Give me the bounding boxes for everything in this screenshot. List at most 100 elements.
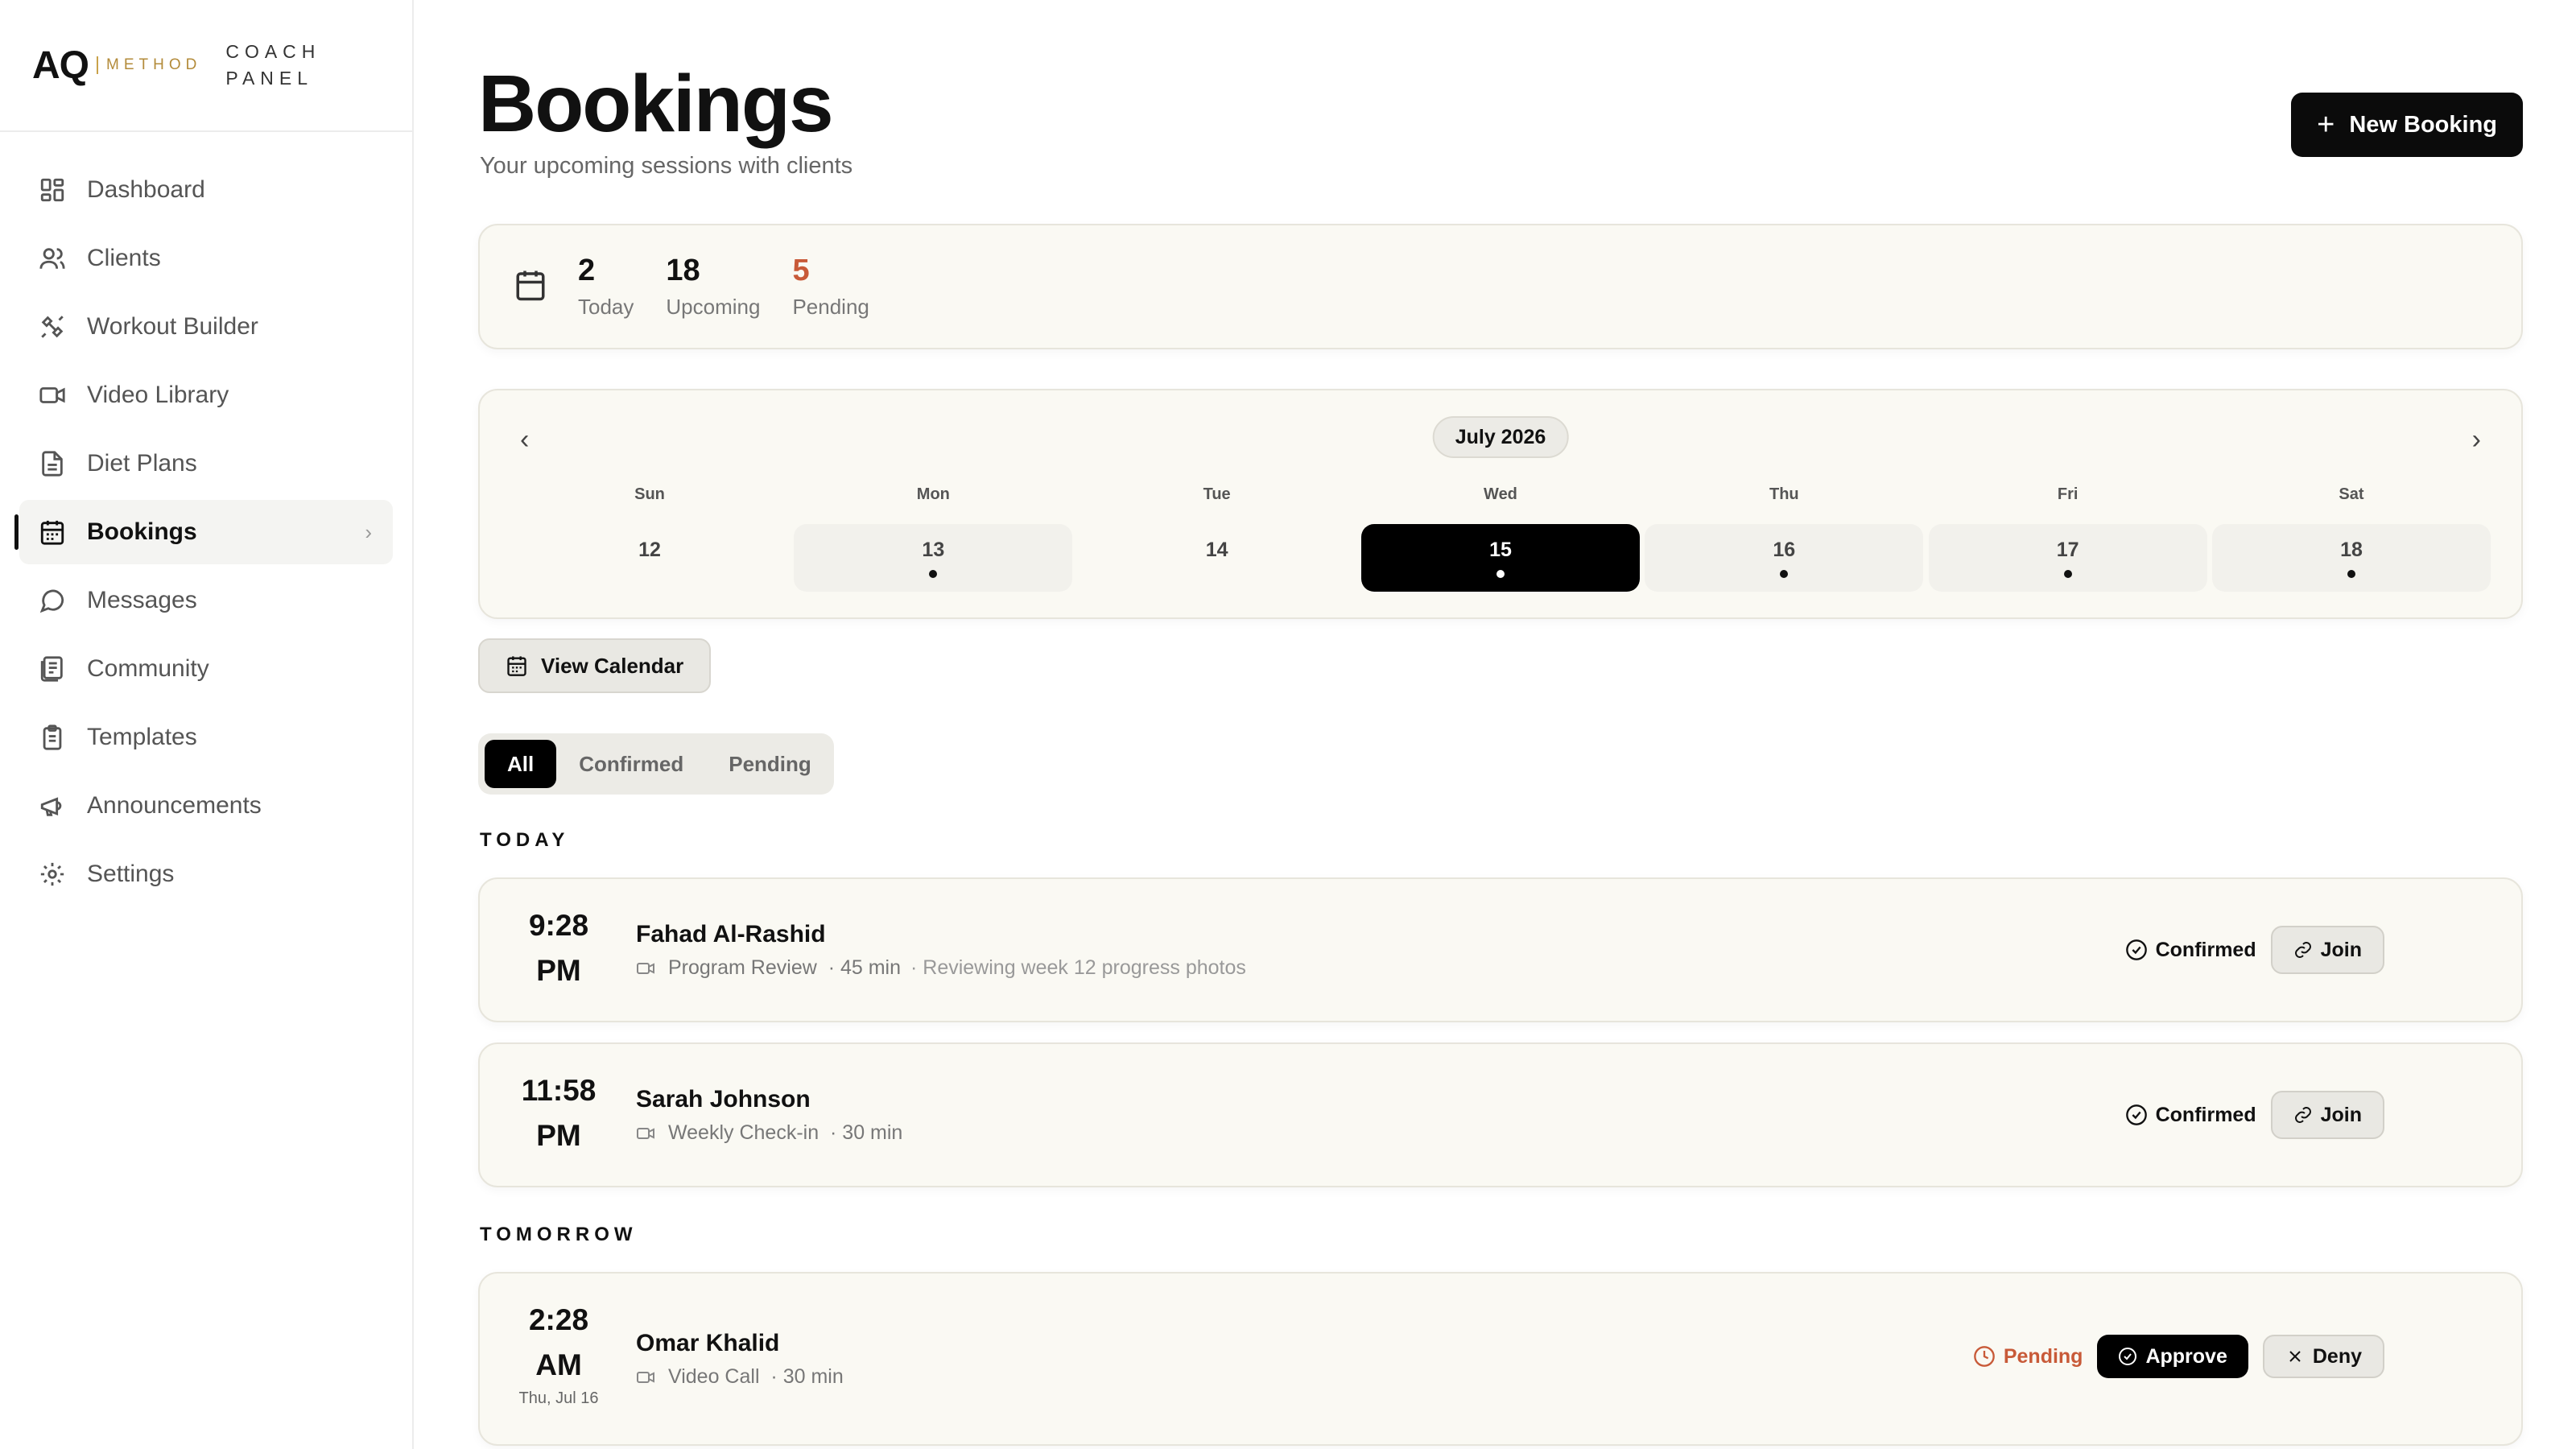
session-duration: · 30 min [770,1365,844,1388]
booking-dot [1780,569,1789,578]
sidebar-nav: Dashboard Clients Workout Builder Video … [0,132,412,906]
section-tomorrow: TOMORROW [480,1224,638,1245]
status-badge: Confirmed [2125,939,2256,962]
booking-card[interactable]: 9:28 PM Fahad Al-Rashid Program Review ·… [478,877,2523,1022]
sidebar-item-bookings[interactable]: Bookings › [14,500,393,564]
sidebar-item-settings[interactable]: Settings [19,842,393,906]
link-icon [2294,1107,2311,1123]
booking-time-value: 9:28 [528,909,589,942]
day-name: Sun [634,485,665,503]
booking-dot [2063,569,2072,578]
logo-method: METHOD [106,56,202,73]
booking-meta: Video Call · 30 min [636,1365,844,1389]
booking-card[interactable]: 11:58 PM Sarah Johnson Weekly Check-in ·… [478,1042,2523,1187]
check-circle-icon [2125,939,2147,960]
section-today: TODAY [480,829,570,851]
sidebar-item-clients[interactable]: Clients [19,226,393,291]
booking-dot [1496,569,1505,578]
booking-time: 9:28 PM [480,903,638,993]
session-type: Video Call [668,1365,760,1388]
sidebar-item-label: Bookings [87,518,197,545]
panel-label-line1: COACH [225,41,321,62]
stat-pending-value: 5 [792,254,810,287]
status-filter: All Confirmed Pending [478,733,834,795]
booking-time-ampm: AM [535,1348,582,1381]
sidebar-item-label: Templates [87,724,197,750]
sidebar-item-announcements[interactable]: Announcements [19,774,393,838]
day-cell[interactable]: 18 [2211,524,2491,592]
booking-card[interactable]: 2:28 AM Thu, Jul 16 Omar Khalid Video Ca… [478,1272,2523,1446]
panel-label: COACH PANEL [225,39,320,92]
sidebar-item-label: Video Library [87,382,229,408]
new-booking-button[interactable]: + New Booking [2291,93,2523,157]
sidebar-item-label: Dashboard [87,176,205,203]
page-subtitle: Your upcoming sessions with clients [480,153,853,179]
booking-dot [2347,569,2355,578]
day-fri: Fri 17 [1928,485,2207,592]
logo-mark: AQ [32,43,89,87]
join-button[interactable]: Join [2270,1091,2384,1139]
client-name: Sarah Johnson [636,1086,811,1113]
check-circle-icon [2125,1104,2147,1125]
sidebar-item-label: Community [87,655,209,682]
approve-button[interactable]: Approve [2097,1335,2248,1378]
approve-label: Approve [2145,1344,2227,1368]
day-cell[interactable]: 14 [1078,524,1356,592]
sidebar-item-dashboard[interactable]: Dashboard [19,158,393,222]
chevron-right-icon[interactable]: › [2472,424,2481,456]
calendar-icon [514,268,547,306]
plus-icon: + [2317,107,2335,142]
deny-button[interactable]: Deny [2262,1335,2384,1378]
day-name: Thu [1769,485,1799,503]
join-button[interactable]: Join [2270,926,2384,974]
booking-details: Fahad Al-Rashid Program Review · 45 min … [636,921,1246,980]
filter-pending[interactable]: Pending [706,740,834,788]
community-icon [39,655,66,683]
sidebar-item-templates[interactable]: Templates [19,705,393,770]
join-label: Join [2320,1103,2362,1126]
day-name: Fri [2057,485,2079,503]
users-icon [39,245,66,272]
month-label[interactable]: July 2026 [1432,416,1569,458]
stat-pending-label: Pending [792,295,869,319]
day-tue: Tue 14 [1078,485,1356,592]
booking-time: 2:28 AM Thu, Jul 16 [480,1298,638,1409]
view-calendar-button[interactable]: View Calendar [478,638,712,693]
stat-pending: 5 Pending [792,254,869,320]
sidebar-item-workout-builder[interactable]: Workout Builder [19,295,393,359]
filter-all[interactable]: All [485,740,557,788]
status-label: Pending [2003,1344,2083,1368]
sidebar-item-video-library[interactable]: Video Library [19,363,393,427]
sidebar-item-label: Clients [87,245,161,271]
filter-confirmed[interactable]: Confirmed [556,740,706,788]
day-number: 15 [1489,538,1512,561]
day-wed: Wed 15 [1360,485,1640,592]
day-cell[interactable]: 13 [794,524,1073,592]
sidebar-item-messages[interactable]: Messages [19,568,393,633]
chevron-left-icon[interactable]: ‹ [520,424,529,456]
day-number: 12 [638,538,661,561]
close-icon [2289,1351,2301,1362]
status-badge: Pending [1973,1345,2083,1368]
booking-time: 11:58 PM [480,1068,638,1158]
session-type: Program Review [668,956,817,979]
day-sun: Sun 12 [510,485,789,592]
brand: AQ METHOD COACH PANEL [0,0,412,132]
day-name: Wed [1484,485,1517,503]
day-number: 17 [2056,538,2079,561]
booking-time-value: 2:28 [528,1303,589,1336]
session-type: Weekly Check-in [668,1121,819,1144]
sidebar-item-label: Announcements [87,792,262,819]
day-cell[interactable]: 17 [1928,524,2207,592]
session-note: · Reviewing week 12 progress photos [910,956,1246,979]
sidebar-item-diet-plans[interactable]: Diet Plans [19,431,393,496]
sidebar-item-label: Workout Builder [87,313,258,340]
client-name: Omar Khalid [636,1330,780,1356]
day-cell[interactable]: 16 [1645,524,1924,592]
day-cell[interactable]: 12 [510,524,789,592]
sidebar-item-community[interactable]: Community [19,637,393,701]
day-cell-selected[interactable]: 15 [1360,524,1640,592]
link-icon [2294,942,2311,958]
sidebar-item-label: Messages [87,587,197,613]
video-icon [39,382,66,409]
